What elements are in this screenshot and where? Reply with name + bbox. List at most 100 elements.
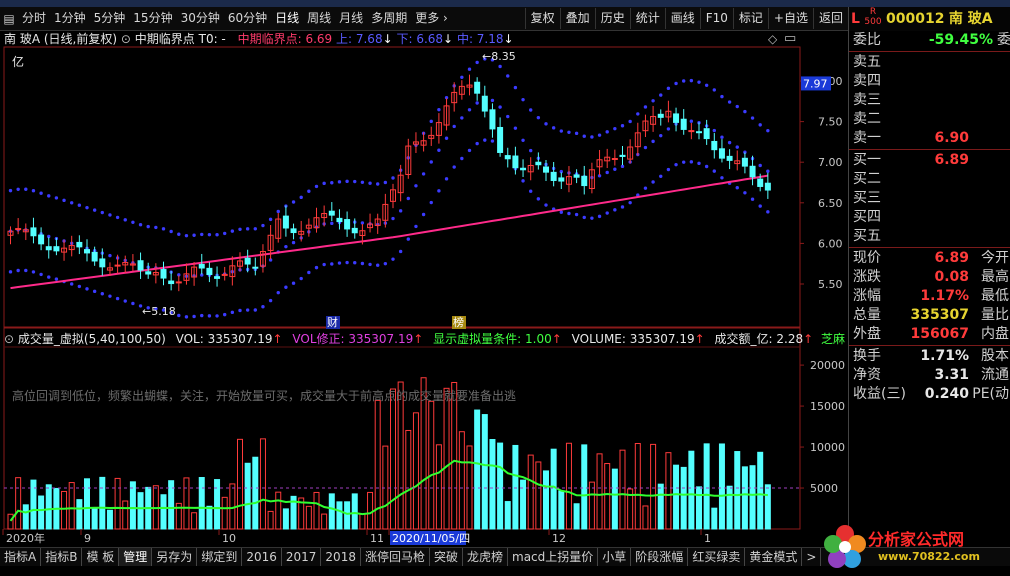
- volume-bar: [344, 501, 351, 530]
- kline-chart[interactable]: 8.007.507.006.506.005.507.97 20000150001…: [0, 31, 848, 547]
- indicator-tab[interactable]: 小草: [598, 548, 632, 566]
- draw-button[interactable]: 画线: [664, 8, 700, 29]
- settings-diamond-icon[interactable]: ◇: [768, 32, 777, 46]
- panel-toggle-icon[interactable]: ▭: [784, 31, 796, 46]
- indicator-tab[interactable]: 2017: [282, 548, 322, 566]
- indicator-tab[interactable]: 管理: [119, 548, 153, 566]
- weibi-label: 委比: [853, 32, 881, 48]
- indicator-tab[interactable]: 模 板: [82, 548, 120, 566]
- upper-band-dot: [245, 227, 250, 231]
- volume-bar: [160, 494, 167, 530]
- upper-band-dot: [674, 81, 678, 86]
- indicator-tab[interactable]: 指标A: [0, 548, 42, 566]
- dropdown-icon[interactable]: ⊙: [121, 32, 131, 46]
- volume-bar: [106, 509, 113, 530]
- back-button[interactable]: 返回: [812, 8, 848, 29]
- upper-band-dot: [138, 223, 143, 227]
- indicator-tab[interactable]: 另存为: [152, 548, 198, 566]
- watermark-title: 分析家公式网: [868, 530, 965, 549]
- volume-bar: [634, 443, 641, 530]
- period-tab[interactable]: 周线: [303, 7, 335, 30]
- upper-band-dot: [574, 131, 579, 136]
- history-button[interactable]: 历史: [594, 8, 630, 29]
- upper-band-dot: [85, 205, 89, 210]
- period-tab-daily[interactable]: 日线: [271, 7, 303, 30]
- indicator-tab[interactable]: 龙虎榜: [463, 548, 509, 566]
- upper-band-dot: [24, 187, 28, 191]
- lower-band-dot: [689, 160, 694, 164]
- menu-icon[interactable]: ▤: [0, 12, 18, 26]
- volume-bar: [15, 477, 22, 530]
- indicator-tab[interactable]: 指标B: [41, 548, 83, 566]
- indicator-tab[interactable]: macd上拐量价: [508, 548, 599, 566]
- upper-band-dot: [230, 229, 235, 233]
- volume-bar: [550, 448, 557, 530]
- indicator-tab[interactable]: 2016: [242, 548, 282, 566]
- volume-bar: [680, 466, 687, 530]
- row-label: 卖三: [853, 92, 881, 108]
- quote-header: L R 500 000012 南 玻A: [849, 7, 1010, 31]
- volume-bar: [527, 454, 534, 530]
- indicator-tab[interactable]: 阶段涨幅: [631, 548, 689, 566]
- indicator-tab[interactable]: 突破: [430, 548, 463, 566]
- middle-band-dot: [727, 140, 732, 145]
- candle-body: [657, 113, 664, 118]
- dropdown-icon[interactable]: ⊙: [4, 332, 14, 346]
- volume-bar: [688, 450, 695, 530]
- candle-body: [512, 155, 519, 169]
- candle-body: [221, 273, 228, 276]
- fuquan-button[interactable]: 复权: [524, 8, 560, 29]
- period-tab[interactable]: 月线: [335, 7, 367, 30]
- period-tab[interactable]: 多周期: [367, 7, 411, 30]
- lower-band-dot: [192, 314, 196, 319]
- stats-button[interactable]: 统计: [629, 8, 665, 29]
- period-tab[interactable]: 15分钟: [129, 7, 176, 30]
- upper-band-dot: [429, 119, 433, 124]
- candle-body: [535, 161, 542, 166]
- period-tab[interactable]: 1分钟: [50, 7, 90, 30]
- indicator-tab[interactable]: 绑定到: [197, 548, 243, 566]
- indicator-tab[interactable]: 黄金模式: [745, 548, 803, 566]
- lower-band-dot: [123, 299, 127, 303]
- candle-body: [696, 131, 702, 134]
- middle-band-dot: [406, 196, 410, 201]
- indicator-tab[interactable]: 红买绿卖: [688, 548, 746, 566]
- upper-band-dot: [628, 119, 632, 124]
- overlay-button[interactable]: 叠加: [559, 8, 595, 29]
- add-watchlist-button[interactable]: +自选: [767, 8, 813, 29]
- candle-body: [711, 140, 718, 151]
- amount-value: 成交额_亿: 2.28: [714, 332, 804, 346]
- lower-band-dot: [322, 262, 326, 267]
- period-tab[interactable]: 30分钟: [177, 7, 224, 30]
- chart-area[interactable]: 8.007.507.006.506.005.507.97 20000150001…: [0, 31, 848, 547]
- upper-band-dot: [720, 94, 724, 99]
- f10-button[interactable]: F10: [699, 8, 733, 29]
- indicator-tab[interactable]: 涨停回马枪: [361, 548, 430, 566]
- row-label: 买一: [853, 152, 881, 168]
- candle-body: [244, 257, 251, 265]
- indicator-tab[interactable]: 2018: [321, 548, 361, 566]
- stat-row: 涨幅 1.17% 最低: [849, 287, 1010, 306]
- period-tab[interactable]: 5分钟: [90, 7, 130, 30]
- upper-band-dot: [544, 122, 548, 126]
- upper-band-dot: [682, 79, 686, 83]
- volume-bar: [512, 444, 519, 530]
- middle-band-dot: [605, 170, 609, 175]
- middle-band-dot: [529, 148, 533, 153]
- volume-bar: [619, 449, 626, 530]
- row-label: 卖一: [853, 130, 881, 146]
- more-menu[interactable]: 更多 ›: [411, 7, 452, 30]
- volume-bar: [696, 486, 702, 530]
- extra-value: 芝麻: [821, 332, 846, 346]
- row-label: 涨跌: [853, 269, 881, 285]
- upper-band-dot: [620, 124, 625, 128]
- lower-band-dot: [444, 177, 449, 181]
- lower-band-dot: [704, 164, 709, 169]
- row-label-2: 股本: [981, 348, 1009, 364]
- period-tab[interactable]: 60分钟: [224, 7, 271, 30]
- volume-bar: [282, 508, 289, 530]
- middle-band-dot: [689, 119, 694, 123]
- mark-button[interactable]: 标记: [732, 8, 768, 29]
- upper-band-dot: [766, 128, 770, 133]
- period-tab[interactable]: 分时: [18, 7, 50, 30]
